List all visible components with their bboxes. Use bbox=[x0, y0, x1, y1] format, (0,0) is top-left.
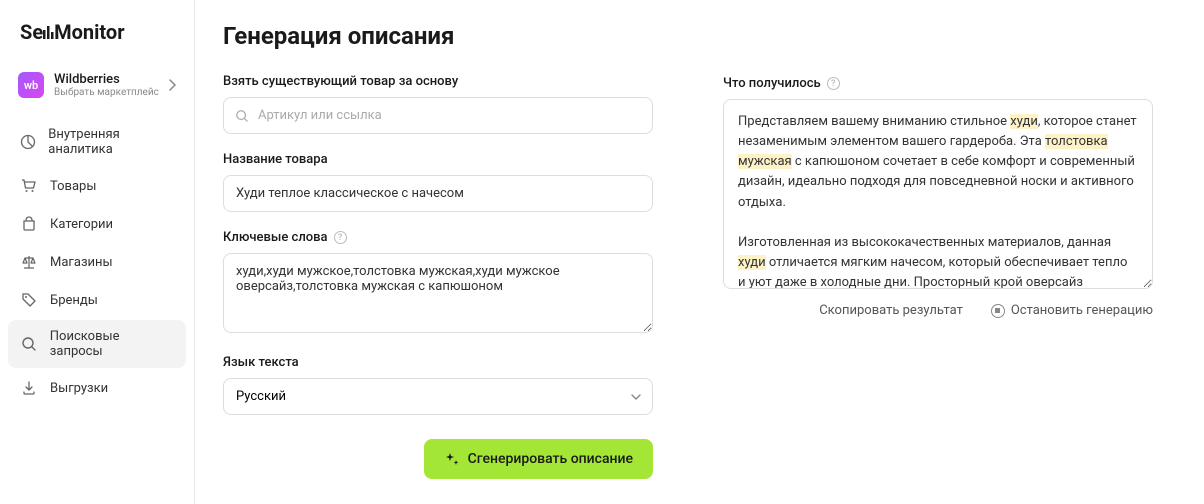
sidebar-item-exports[interactable]: Выгрузки bbox=[8, 370, 186, 406]
sidebar-item-label: Магазины bbox=[50, 255, 113, 270]
stop-icon bbox=[991, 304, 1005, 318]
sidebar-item-label: Поисковые запросы bbox=[50, 329, 174, 359]
tag-icon bbox=[20, 291, 38, 309]
sparkles-icon bbox=[444, 451, 460, 467]
search-icon bbox=[235, 109, 249, 123]
sidebar-item-stores[interactable]: Магазины bbox=[8, 244, 186, 280]
result-textarea[interactable]: Представляем вашему вниманию стильное ху… bbox=[723, 99, 1153, 289]
stop-generation-button[interactable]: Остановить генерацию bbox=[991, 303, 1153, 318]
keywords-label: Ключевые слова ? bbox=[223, 230, 653, 245]
language-label: Язык текста bbox=[223, 355, 653, 370]
sidebar-item-analytics[interactable]: Внутренняя аналитика bbox=[8, 118, 186, 166]
stop-label: Остановить генерацию bbox=[1011, 303, 1153, 318]
generate-button[interactable]: Сгенерировать описание bbox=[424, 439, 653, 479]
sidebar-item-brands[interactable]: Бренды bbox=[8, 282, 186, 318]
marketplace-sub: Выбрать маркетплейс bbox=[54, 87, 168, 98]
product-name-label: Название товара bbox=[223, 152, 653, 167]
generate-button-label: Сгенерировать описание bbox=[468, 451, 633, 467]
bag-icon bbox=[20, 215, 38, 233]
page-title: Генерация описания bbox=[223, 22, 653, 50]
sidebar-item-label: Категории bbox=[50, 217, 113, 232]
help-icon[interactable]: ? bbox=[827, 77, 840, 90]
chevron-right-icon bbox=[168, 79, 176, 91]
logo: Se Monitor bbox=[8, 16, 186, 64]
keywords-input[interactable]: худи,худи мужское,толстовка мужская,худи… bbox=[223, 253, 653, 333]
sidebar-item-products[interactable]: Товары bbox=[8, 168, 186, 204]
search-icon bbox=[20, 335, 38, 353]
cart-icon bbox=[20, 177, 38, 195]
logo-part2: Monitor bbox=[54, 20, 124, 44]
sidebar-item-label: Товары bbox=[50, 179, 96, 194]
marketplace-selector[interactable]: wb Wildberries Выбрать маркетплейс bbox=[8, 64, 186, 106]
sidebar-item-label: Выгрузки bbox=[50, 381, 108, 396]
product-name-input[interactable] bbox=[223, 175, 653, 212]
help-icon[interactable]: ? bbox=[334, 231, 347, 244]
base-product-label: Взять существующий товар за основу bbox=[223, 74, 653, 89]
language-select[interactable]: Русский bbox=[223, 378, 653, 415]
wildberries-icon: wb bbox=[18, 72, 44, 98]
logo-bars-icon bbox=[43, 20, 54, 44]
result-label: Что получилось ? bbox=[723, 76, 1153, 91]
sidebar-item-label: Внутренняя аналитика bbox=[48, 127, 174, 157]
sidebar-item-label: Бренды bbox=[50, 293, 98, 308]
copy-result-button[interactable]: Скопировать результат bbox=[819, 303, 963, 318]
sidebar-item-categories[interactable]: Категории bbox=[8, 206, 186, 242]
scales-icon bbox=[20, 253, 38, 271]
copy-label: Скопировать результат bbox=[819, 303, 963, 318]
sidebar-item-search-queries[interactable]: Поисковые запросы bbox=[8, 320, 186, 368]
marketplace-name: Wildberries bbox=[54, 72, 168, 87]
base-product-input[interactable] bbox=[223, 97, 653, 134]
logo-part1: Se bbox=[20, 20, 43, 44]
download-icon bbox=[20, 379, 38, 397]
pie-chart-icon bbox=[20, 133, 36, 151]
